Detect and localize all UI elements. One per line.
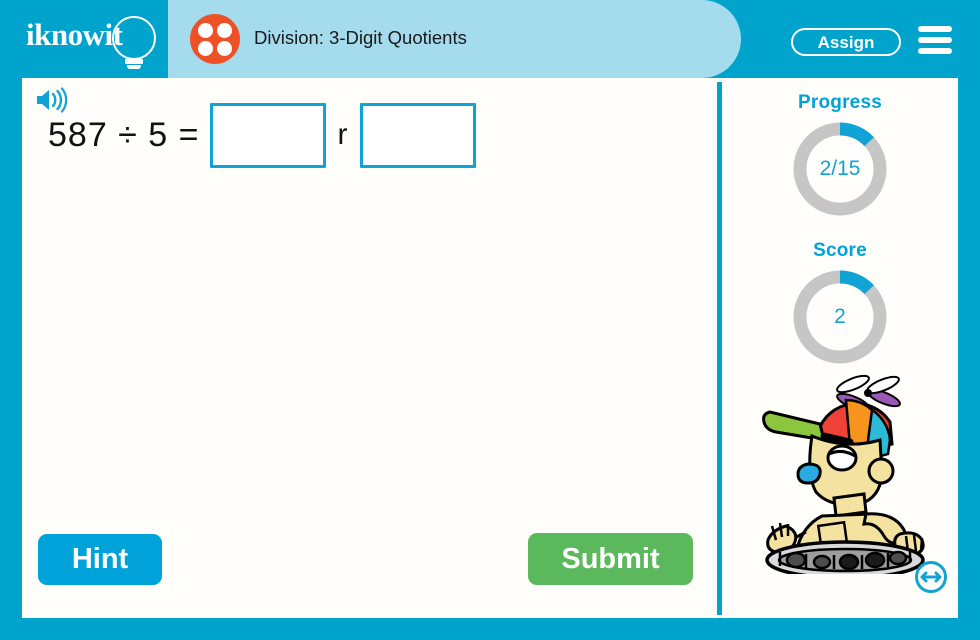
assign-button[interactable]: Assign [791,28,901,56]
quotient-input[interactable] [209,102,326,168]
score-meter: Score 2 [722,240,958,368]
lesson-title-pill: Division: 3-Digit Quotients [168,0,741,78]
hamburger-menu-icon[interactable] [918,26,952,54]
progress-value: 2/15 [819,157,861,180]
app-window: iknowit Division: 3-Digit Quotients Assi… [0,0,980,640]
progress-label: Progress [798,92,882,113]
question-area: 587 ÷ 5 = r Hint Submit [22,78,717,618]
move-resize-arrows-icon[interactable] [914,560,948,594]
remainder-label: r [337,118,348,151]
robot-mascot-propeller-hat [750,374,940,580]
problem-row: 587 ÷ 5 = r [48,100,476,170]
lightbulb-base-icon [125,59,143,64]
lightbulb-icon [112,16,156,60]
submit-button[interactable]: Submit [528,533,693,585]
page-title: Division: 3-Digit Quotients [254,27,467,48]
logo-text: iknowit [26,17,123,52]
hint-button[interactable]: Hint [38,534,162,585]
score-donut: 2 [789,266,891,368]
app-header: iknowit Division: 3-Digit Quotients Assi… [0,0,980,78]
score-value: 2 [834,305,846,328]
progress-meter: Progress 2/15 [722,92,958,220]
iknowit-logo[interactable]: iknowit [26,16,166,69]
lightbulb-screw-icon [127,65,141,69]
remainder-input[interactable] [359,102,476,168]
score-label: Score [813,240,867,261]
four-dot-circle-icon [190,14,240,64]
problem-expression: 587 ÷ 5 = [48,115,200,154]
lesson-page: 587 ÷ 5 = r Hint Submit Progress 2/15 Sc… [22,78,958,618]
status-sidebar: Progress 2/15 Score 2 [722,78,958,618]
progress-donut: 2/15 [789,118,891,220]
